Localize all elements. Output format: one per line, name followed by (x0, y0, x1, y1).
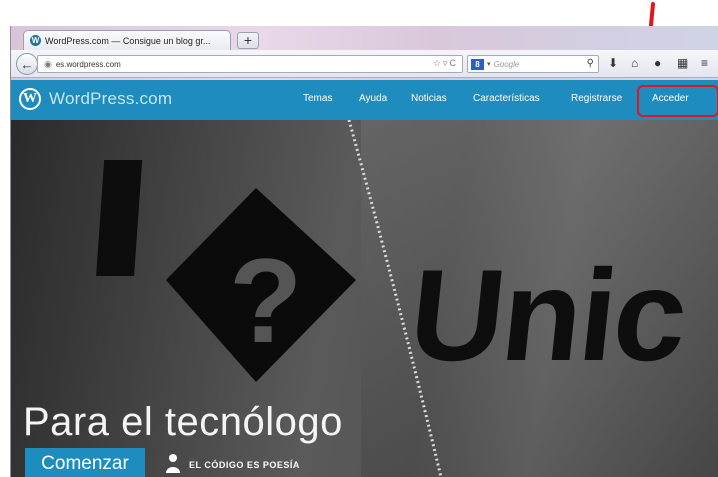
letter-i-shape (96, 160, 143, 276)
author-credit[interactable]: EL CÓDIGO ES POESÍA (189, 460, 300, 470)
question-mark: ? (229, 234, 302, 368)
bookmark-reload-icons[interactable]: ☆▿C (433, 58, 458, 69)
download-icon[interactable]: ⬇ (608, 56, 618, 70)
back-arrow-icon: ← (20, 56, 34, 72)
start-button[interactable]: Comenzar (25, 448, 145, 477)
nav-temas[interactable]: Temas (303, 93, 332, 104)
globe-icon: ◉ (44, 58, 52, 69)
search-placeholder: Google (493, 59, 520, 69)
wordpress-favicon-icon: W (30, 35, 41, 46)
hero-title: Para el tecnólogo (23, 400, 343, 444)
address-bar[interactable]: ◉ es.wordpress.com ☆▿C (37, 55, 463, 73)
menu-grid-icon[interactable]: ▦ (677, 56, 688, 70)
site-brand[interactable]: WordPress.com (49, 89, 172, 109)
new-tab-button[interactable]: + (237, 32, 259, 49)
engine-caret-icon: ▾ (487, 61, 491, 68)
nav-ayuda[interactable]: Ayuda (359, 93, 387, 104)
url-text: es.wordpress.com (55, 59, 121, 69)
site-header: W WordPress.com Temas Ayuda Noticias Car… (11, 80, 718, 120)
shirt-text: Unic (403, 242, 693, 388)
nav-caracteristicas[interactable]: Características (473, 93, 540, 104)
search-engine-icon[interactable]: 8 (471, 58, 484, 70)
hero-banner: ? Unic Para el tecnólogo Comenzar EL CÓD… (11, 120, 718, 477)
browser-window: W WordPress.com — Consigue un blog gr...… (10, 26, 718, 477)
browser-tab[interactable]: W WordPress.com — Consigue un blog gr... (23, 30, 231, 50)
home-icon[interactable]: ⌂ (631, 56, 638, 70)
magnifier-icon[interactable]: ⚲ (587, 58, 594, 69)
navigation-toolbar: ← ◉ es.wordpress.com ☆▿C 8 ▾ Google ⚲ ⬇ … (11, 50, 718, 78)
back-button[interactable]: ← (16, 53, 38, 75)
addon-icon[interactable]: ● (654, 56, 661, 70)
search-bar[interactable]: 8 ▾ Google ⚲ (467, 55, 599, 73)
tab-strip: W WordPress.com — Consigue un blog gr...… (11, 26, 718, 50)
overflow-icon[interactable]: ≡ (701, 56, 708, 70)
wordpress-logo-icon[interactable]: W (19, 88, 41, 110)
person-icon (166, 454, 180, 473)
nav-registrarse[interactable]: Registrarse (571, 93, 622, 104)
annotation-highlight-box (637, 85, 718, 117)
nav-noticias[interactable]: Noticias (411, 93, 447, 104)
tab-title: WordPress.com — Consigue un blog gr... (45, 35, 211, 46)
